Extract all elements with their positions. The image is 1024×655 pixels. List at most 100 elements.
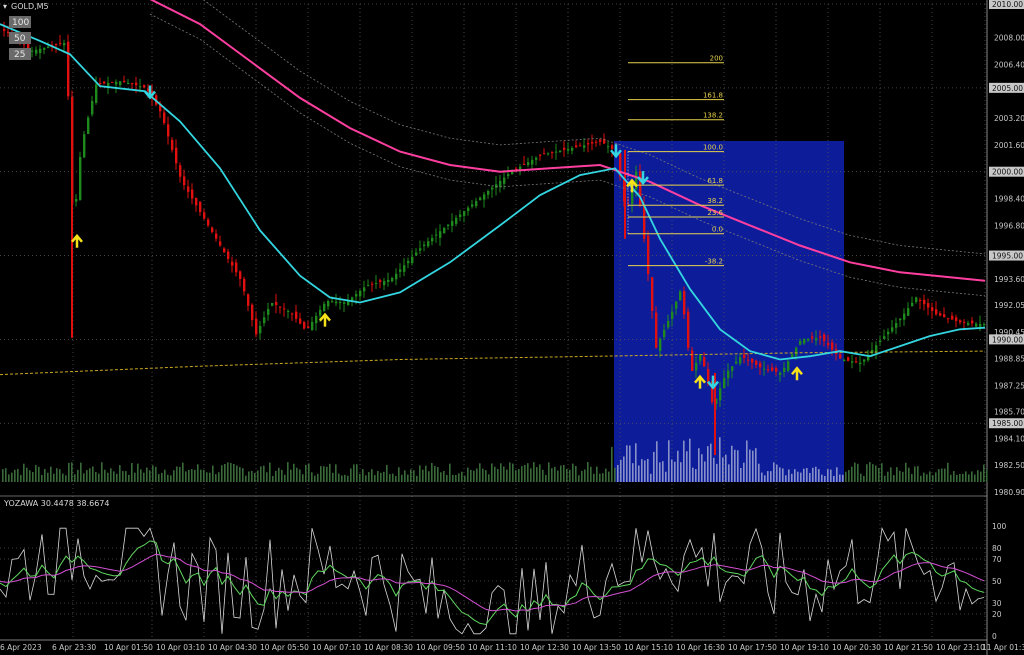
volume-bar bbox=[623, 456, 625, 482]
volume-bar bbox=[161, 472, 163, 482]
price-tag-label: 1985.00 bbox=[992, 419, 1023, 428]
volume-bar bbox=[41, 474, 43, 482]
candle-body bbox=[87, 117, 90, 135]
volume-bar bbox=[365, 475, 367, 482]
volume-bar bbox=[830, 469, 832, 482]
volume-bar bbox=[368, 472, 370, 482]
volume-bar bbox=[833, 475, 835, 482]
time-tick-label: 10 Apr 11:10 bbox=[468, 643, 517, 652]
candle-body bbox=[199, 201, 202, 212]
fib-level-label: 61.8 bbox=[707, 177, 723, 185]
candle-body bbox=[551, 152, 554, 154]
oscillator-level-label: 30 bbox=[992, 599, 1002, 608]
price-tick-label: 1993.60 bbox=[994, 275, 1024, 284]
price-tick-label: 1987.25 bbox=[994, 382, 1024, 391]
candle-body bbox=[903, 313, 906, 320]
candle-body bbox=[183, 176, 186, 186]
candle-body bbox=[55, 43, 58, 45]
volume-bar bbox=[503, 466, 505, 482]
candle-body bbox=[123, 80, 126, 82]
volume-bar bbox=[98, 473, 100, 482]
volume-bar bbox=[938, 469, 940, 482]
oscillator-level-label: 80 bbox=[992, 544, 1002, 553]
price-tick-label: 2001.60 bbox=[994, 141, 1024, 150]
candle-body bbox=[455, 217, 458, 224]
volume-bar bbox=[536, 467, 538, 482]
volume-bar bbox=[38, 466, 40, 482]
volume-bar bbox=[299, 469, 301, 482]
volume-bar bbox=[218, 472, 220, 482]
time-tick-label: 10 Apr 08:30 bbox=[364, 643, 413, 652]
volume-bar bbox=[755, 448, 757, 482]
volume-bar bbox=[437, 467, 439, 482]
candle-body bbox=[763, 368, 766, 370]
candle-body bbox=[131, 83, 134, 85]
candle-body bbox=[967, 323, 970, 325]
volume-bar bbox=[566, 468, 568, 482]
symbol-chevron-icon[interactable]: ▾ bbox=[3, 2, 7, 11]
time-tick-label: 10 Apr 04:30 bbox=[208, 643, 257, 652]
candle-body bbox=[667, 320, 670, 328]
price-tick-label: 2003.20 bbox=[994, 114, 1024, 123]
candle-body bbox=[103, 81, 106, 84]
volume-bar bbox=[824, 475, 826, 482]
candle-body bbox=[787, 361, 790, 371]
candle-body bbox=[395, 273, 398, 280]
candle-body bbox=[855, 361, 858, 363]
time-tick-label: 10 Apr 23:10 bbox=[936, 643, 985, 652]
volume-bar bbox=[317, 473, 319, 482]
candle-body bbox=[831, 342, 834, 350]
time-tick-label: 10 Apr 03:10 bbox=[156, 643, 205, 652]
volume-bar bbox=[116, 473, 118, 482]
time-tick-label: 10 Apr 05:50 bbox=[260, 643, 309, 652]
volume-bar bbox=[953, 471, 955, 482]
candle-body bbox=[479, 197, 482, 201]
candle-body bbox=[979, 323, 982, 327]
volume-bar bbox=[710, 443, 712, 482]
volume-bar bbox=[215, 474, 217, 482]
trading-chart[interactable]: 200161.8138.2100.061.838.223.60.0-38.2 2… bbox=[0, 0, 1024, 655]
candle-body bbox=[135, 82, 138, 86]
volume-bar bbox=[59, 469, 61, 482]
candle-body bbox=[339, 301, 342, 303]
candle-body bbox=[319, 309, 322, 316]
volume-bar bbox=[914, 466, 916, 482]
candle-body bbox=[487, 190, 490, 195]
zoom-button-50[interactable]: 50 bbox=[14, 34, 26, 44]
volume-bar bbox=[17, 468, 19, 482]
candle-body bbox=[59, 42, 62, 44]
candle-body bbox=[371, 283, 374, 285]
candle-body bbox=[215, 233, 218, 239]
candle-body bbox=[675, 301, 678, 309]
volume-bar bbox=[446, 474, 448, 482]
volume-bar bbox=[911, 473, 913, 482]
candle-body bbox=[143, 84, 146, 88]
volume-bar bbox=[791, 473, 793, 482]
candle-body bbox=[255, 318, 258, 335]
candle-body bbox=[527, 162, 530, 165]
volume-bar bbox=[35, 465, 37, 482]
volume-bar bbox=[479, 463, 481, 482]
zoom-button-100[interactable]: 100 bbox=[12, 18, 29, 28]
zoom-buttons: 100 50 25 bbox=[9, 16, 31, 60]
fib-level-label: 0.0 bbox=[712, 226, 723, 234]
volume-bar bbox=[260, 466, 262, 482]
volume-bar bbox=[77, 469, 79, 482]
volume-bar bbox=[434, 465, 436, 482]
volume-bar bbox=[596, 466, 598, 482]
zoom-button-25[interactable]: 25 bbox=[14, 50, 25, 60]
candle-body bbox=[187, 186, 190, 192]
volume-bar bbox=[149, 470, 151, 482]
candle-body bbox=[563, 147, 566, 150]
volume-bar bbox=[971, 471, 973, 482]
volume-bar bbox=[512, 463, 514, 482]
candle-body bbox=[839, 354, 842, 359]
volume-bar bbox=[470, 469, 472, 482]
volume-bar bbox=[551, 468, 553, 482]
candle-body bbox=[607, 146, 610, 148]
time-tick-label: 6 Apr 23:30 bbox=[52, 643, 96, 652]
volume-bar bbox=[11, 472, 13, 482]
volume-bar bbox=[695, 469, 697, 482]
candle-body bbox=[343, 302, 346, 304]
candle-body bbox=[739, 357, 742, 364]
